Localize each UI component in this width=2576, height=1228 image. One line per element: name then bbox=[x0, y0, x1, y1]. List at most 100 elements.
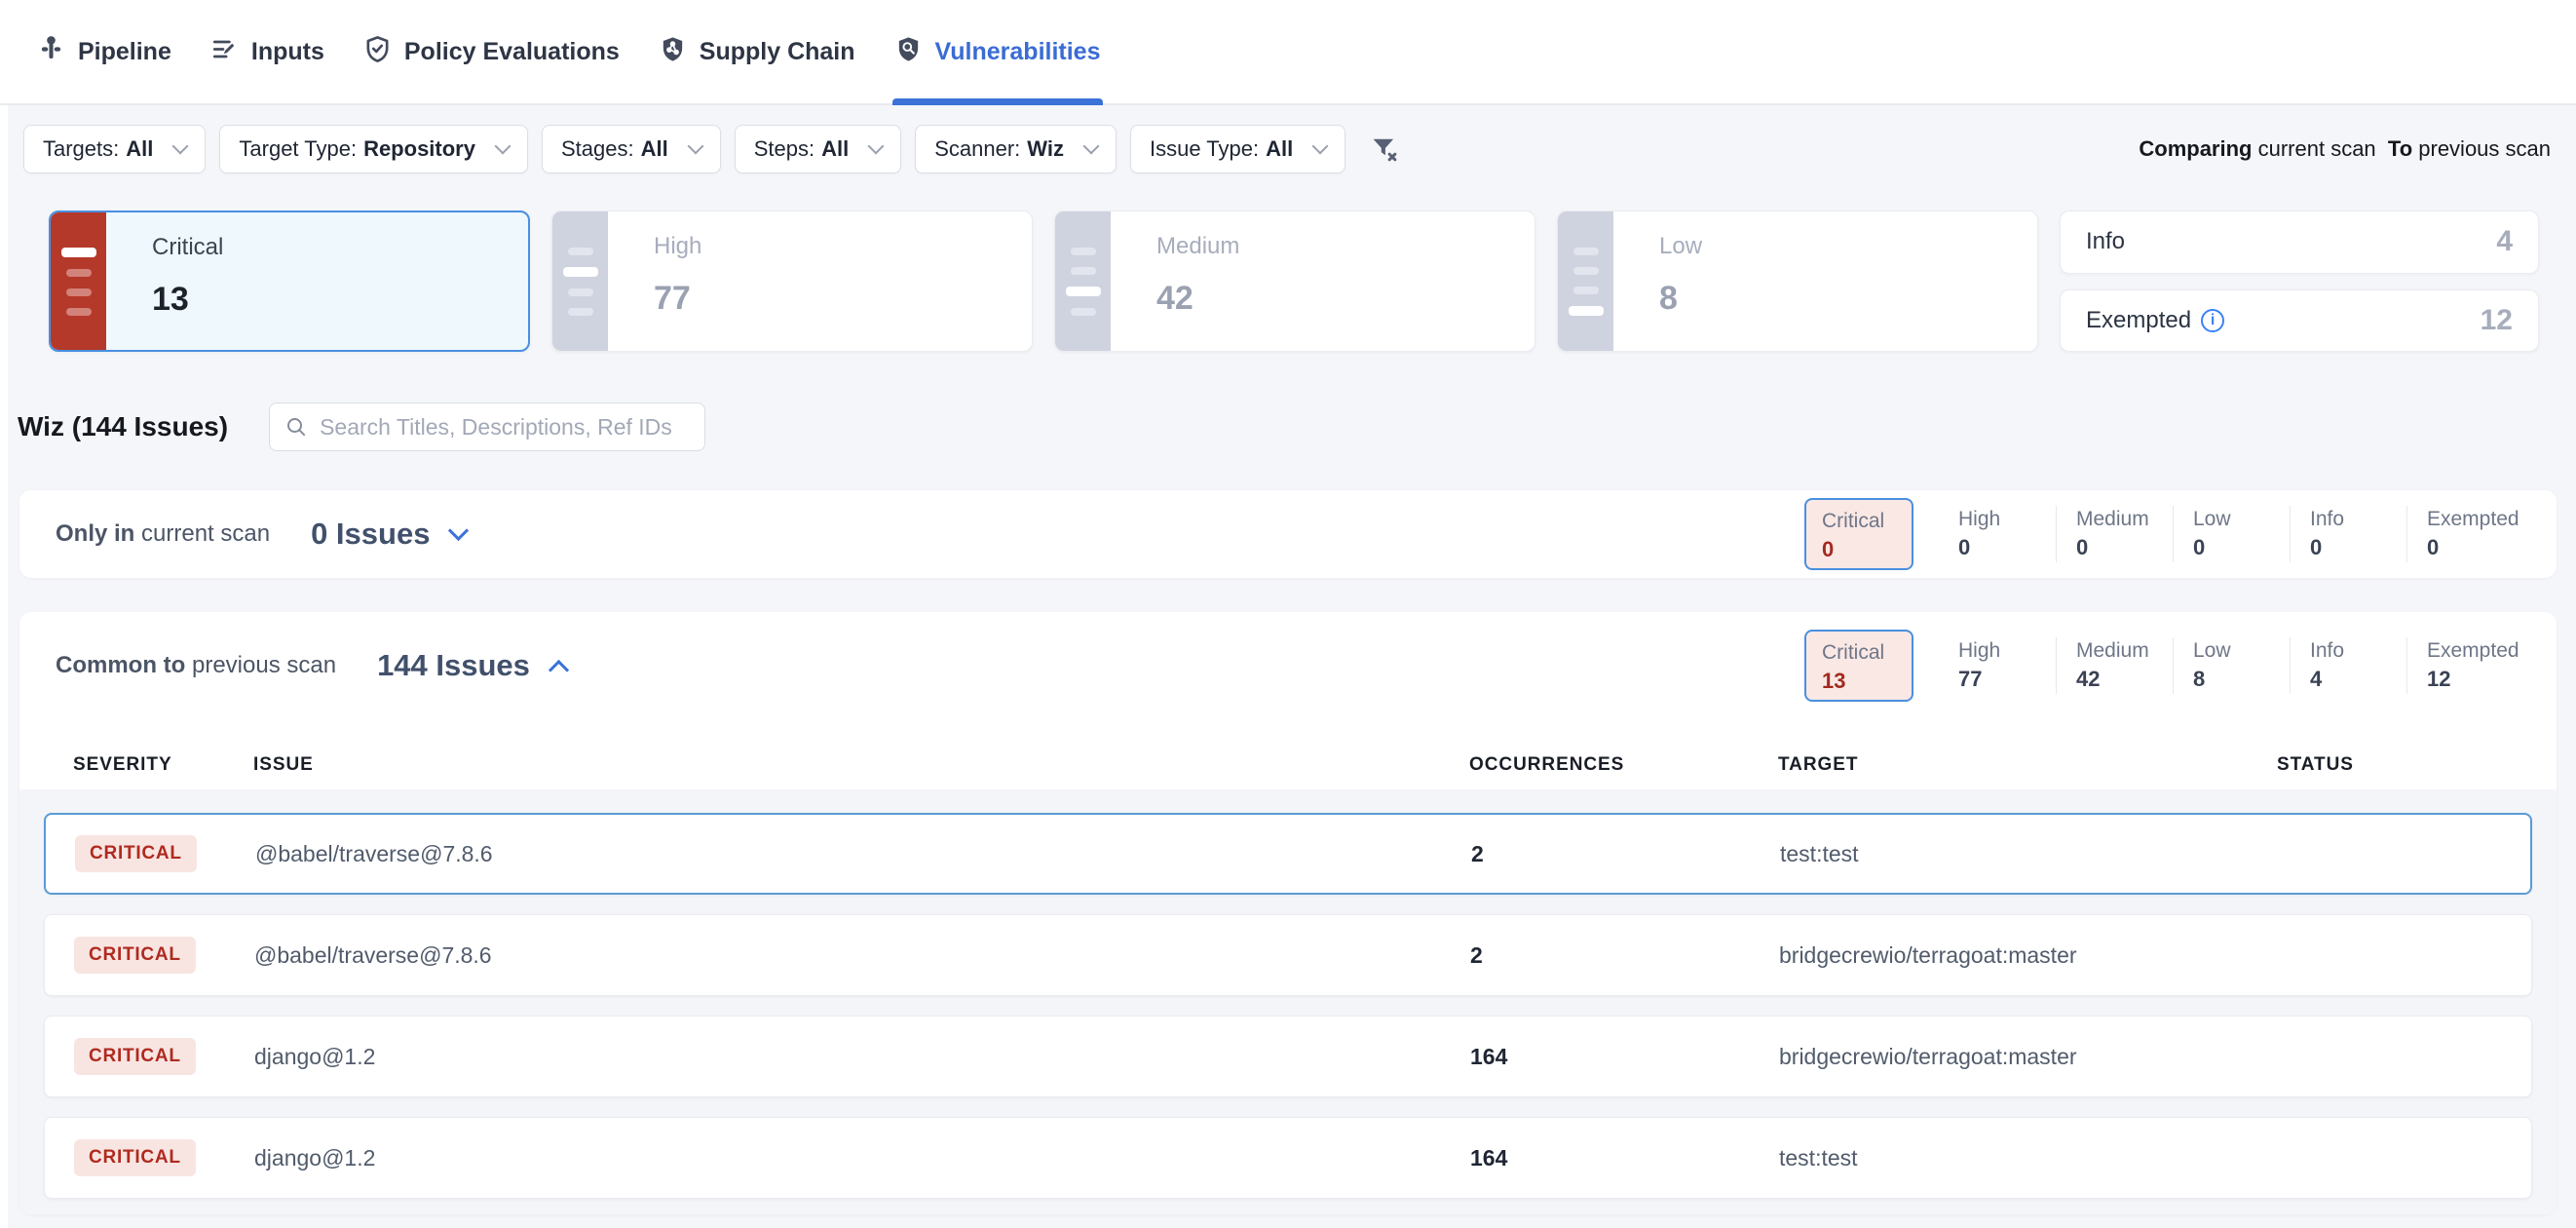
counter-critical[interactable]: Critical 13 bbox=[1804, 630, 1913, 702]
severity-bars-icon bbox=[1055, 211, 1111, 351]
info-card[interactable]: Info 4 bbox=[2060, 211, 2539, 274]
filter-scanner[interactable]: Scanner: Wiz bbox=[915, 125, 1117, 173]
tab-inputs[interactable]: Inputs bbox=[208, 0, 326, 103]
counter-critical[interactable]: Critical 0 bbox=[1804, 498, 1913, 570]
target-cell: test:test bbox=[1779, 1145, 2278, 1171]
counter-value: 0 bbox=[2427, 535, 2523, 560]
filter-targets[interactable]: Targets: All bbox=[23, 125, 206, 173]
counter-label: Medium bbox=[2076, 508, 2173, 531]
filter-label: Stages: bbox=[561, 136, 634, 162]
filter-label: Target Type: bbox=[239, 136, 357, 162]
section-label-bold: Common to bbox=[56, 652, 185, 678]
left-edge-strip bbox=[0, 105, 8, 1228]
severity-card-body: High 77 bbox=[608, 211, 701, 351]
issue-cell: @babel/traverse@7.8.6 bbox=[254, 942, 1470, 969]
severity-counters: Critical 0 High 0 Medium 0 Low 0 Info 0 … bbox=[1804, 498, 2523, 570]
column-header-severity: SEVERITY bbox=[73, 754, 253, 776]
filter-value: All bbox=[821, 136, 849, 162]
table-row[interactable]: CRITICAL @babel/traverse@7.8.6 2 bridgec… bbox=[44, 914, 2532, 996]
counter-label: Info bbox=[2310, 639, 2406, 663]
chevron-down-icon bbox=[687, 138, 703, 155]
chevron-down-icon bbox=[1082, 138, 1099, 155]
counter-medium[interactable]: Medium 0 bbox=[2056, 506, 2173, 562]
counter-value: 0 bbox=[1958, 535, 2056, 560]
counter-low[interactable]: Low 8 bbox=[2173, 637, 2290, 694]
severity-badge: CRITICAL bbox=[74, 1038, 196, 1075]
filter-stages[interactable]: Stages: All bbox=[542, 125, 721, 173]
info-circle-icon[interactable]: i bbox=[2201, 309, 2224, 332]
tab-pipeline[interactable]: Pipeline bbox=[35, 0, 173, 103]
exempted-card[interactable]: Exemptedi 12 bbox=[2060, 289, 2539, 353]
tab-supply-chain[interactable]: Supply Chain bbox=[657, 0, 857, 103]
severity-bars-icon bbox=[51, 212, 106, 350]
severity-cards-row: Critical 13 High 77 Medium 42 Low 8 bbox=[49, 211, 2557, 352]
filter-target-type[interactable]: Target Type: Repository bbox=[219, 125, 528, 173]
counter-label: High bbox=[1958, 639, 2056, 663]
comparing-text: current scan bbox=[2253, 136, 2388, 161]
table-rows: CRITICAL @babel/traverse@7.8.6 2 test:te… bbox=[19, 789, 2557, 1214]
counter-value: 42 bbox=[2076, 667, 2173, 692]
policy-evaluations-icon bbox=[363, 35, 392, 68]
severity-card-low[interactable]: Low 8 bbox=[1557, 211, 2038, 352]
tab-label: Vulnerabilities bbox=[935, 38, 1101, 66]
severity-card-count: 8 bbox=[1659, 280, 1702, 318]
counter-medium[interactable]: Medium 42 bbox=[2056, 637, 2173, 694]
chevron-down-icon bbox=[1312, 138, 1329, 155]
content-area: Targets: All Target Type: Repository Sta… bbox=[0, 105, 2576, 1228]
scanner-title: Wiz (144 Issues) bbox=[18, 411, 228, 442]
filter-issue-type[interactable]: Issue Type: All bbox=[1130, 125, 1345, 173]
table-row[interactable]: CRITICAL django@1.2 164 test:test bbox=[44, 1117, 2532, 1199]
chevron-down-icon bbox=[494, 138, 511, 155]
severity-card-label: Critical bbox=[152, 234, 223, 261]
counter-high[interactable]: High 0 bbox=[1939, 506, 2056, 562]
filter-label: Scanner: bbox=[934, 136, 1020, 162]
severity-card-critical[interactable]: Critical 13 bbox=[49, 211, 530, 352]
exempted-card-text: Exempted bbox=[2086, 307, 2191, 334]
filter-steps[interactable]: Steps: All bbox=[735, 125, 902, 173]
severity-card-count: 13 bbox=[152, 281, 223, 319]
chevron-up-icon[interactable] bbox=[549, 659, 569, 679]
severity-card-label: Low bbox=[1659, 233, 1702, 260]
issue-cell: django@1.2 bbox=[254, 1044, 1470, 1070]
counter-exempted[interactable]: Exempted 12 bbox=[2406, 637, 2523, 694]
counter-label: Info bbox=[2310, 508, 2406, 531]
counter-value: 4 bbox=[2310, 667, 2406, 692]
counter-high[interactable]: High 77 bbox=[1939, 637, 2056, 694]
issue-cell: @babel/traverse@7.8.6 bbox=[255, 841, 1471, 867]
chevron-down-icon[interactable] bbox=[448, 519, 469, 540]
counter-exempted[interactable]: Exempted 0 bbox=[2406, 506, 2523, 562]
table-row[interactable]: CRITICAL django@1.2 164 bridgecrewio/ter… bbox=[44, 1016, 2532, 1097]
comparing-label: Comparing current scan To previous scan bbox=[2139, 136, 2551, 162]
filter-value: All bbox=[1266, 136, 1293, 162]
section-issues-count[interactable]: 144 Issues bbox=[377, 648, 530, 683]
comparing-bold: To bbox=[2388, 136, 2412, 161]
counter-info[interactable]: Info 4 bbox=[2290, 637, 2406, 694]
severity-card-medium[interactable]: Medium 42 bbox=[1054, 211, 1535, 352]
counter-label: Low bbox=[2193, 639, 2290, 663]
counter-value: 12 bbox=[2427, 667, 2523, 692]
section-label-rest: previous scan bbox=[185, 652, 336, 678]
counter-info[interactable]: Info 0 bbox=[2290, 506, 2406, 562]
filter-label: Steps: bbox=[754, 136, 814, 162]
inputs-icon bbox=[210, 35, 239, 68]
counter-label: Critical bbox=[1822, 641, 1912, 665]
tab-vulnerabilities[interactable]: Vulnerabilities bbox=[892, 0, 1103, 103]
section-label: Common to previous scan bbox=[56, 652, 336, 679]
top-nav: Pipeline Inputs Policy Evaluations Suppl… bbox=[0, 0, 2576, 105]
search-input[interactable] bbox=[320, 414, 690, 441]
counter-low[interactable]: Low 0 bbox=[2173, 506, 2290, 562]
filter-label: Issue Type: bbox=[1150, 136, 1259, 162]
table-row[interactable]: CRITICAL @babel/traverse@7.8.6 2 test:te… bbox=[44, 813, 2532, 895]
filter-clear-icon[interactable] bbox=[1369, 134, 1400, 165]
section-issues-count[interactable]: 0 Issues bbox=[311, 517, 430, 552]
severity-card-high[interactable]: High 77 bbox=[551, 211, 1033, 352]
scanner-header-row: Wiz (144 Issues) bbox=[18, 403, 2576, 451]
tab-policy-evaluations[interactable]: Policy Evaluations bbox=[361, 0, 622, 103]
severity-card-body: Low 8 bbox=[1613, 211, 1702, 351]
counter-label: High bbox=[1958, 508, 2056, 531]
chevron-down-icon bbox=[868, 138, 885, 155]
occurrences-cell: 164 bbox=[1470, 1145, 1779, 1171]
search-icon bbox=[284, 415, 308, 439]
tab-label: Policy Evaluations bbox=[404, 38, 620, 66]
column-header-issue: ISSUE bbox=[253, 754, 1469, 776]
